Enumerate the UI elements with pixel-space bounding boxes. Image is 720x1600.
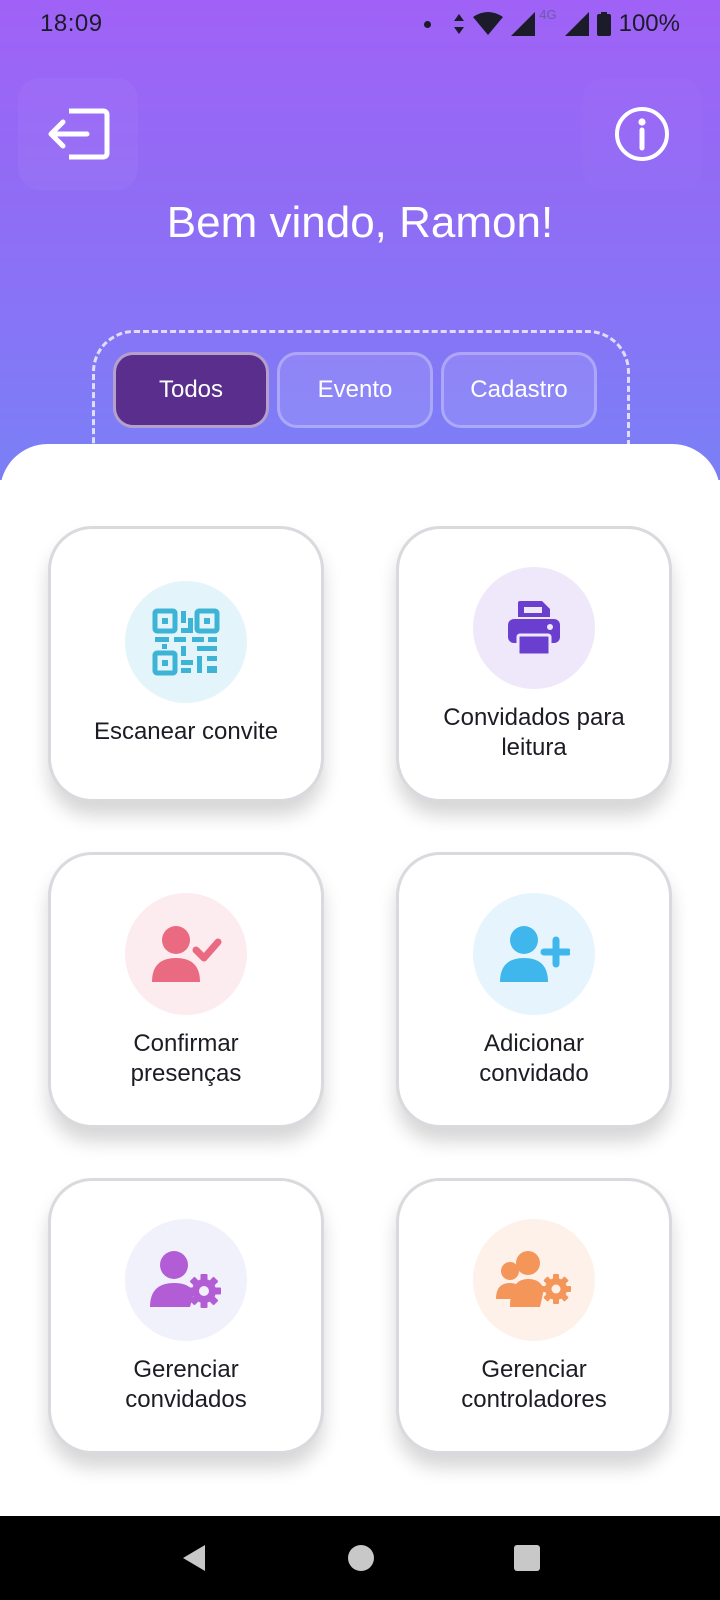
network-type: 4G [539,6,557,22]
notification-dot-icon [424,20,432,28]
confirm-attendance-card[interactable]: Confirmar presenças [48,852,324,1128]
system-nav-bar [0,1516,720,1600]
tab-todos[interactable]: Todos [113,352,269,428]
user-check-icon [152,926,222,982]
scan-invite-icon-circle [125,581,247,703]
welcome-title: Bem vindo, Ramon! [166,198,554,247]
wifi-icon [473,12,504,35]
recents-icon[interactable] [513,1544,541,1572]
confirm-attendance-label: Confirmar presenças [130,1030,242,1087]
scan-invite-card[interactable]: Escanear convite [48,526,324,802]
actions-sheet: Escanear convite Convidados para leitura [0,444,720,1516]
back-icon[interactable] [179,1543,209,1573]
tab-evento[interactable]: Evento [277,352,433,428]
guests-to-read-icon-circle [473,567,595,689]
data-arrows-icon [454,14,465,34]
guests-to-read-label: Convidados para leitura [443,704,625,761]
add-guest-card[interactable]: Adicionar convidado [396,852,672,1128]
add-guest-icon-circle [473,893,595,1015]
add-guest-label: Adicionar convidado [479,1030,589,1087]
info-icon [615,107,669,161]
printer-icon [508,601,560,657]
users-gear-icon [496,1251,571,1307]
tab-cadastro[interactable]: Cadastro [441,352,597,428]
logout-icon [48,108,110,160]
signal-icon [511,12,536,36]
manage-guests-label: Gerenciar convidados [125,1356,247,1413]
app-screen: 18:09 4G 100% Bem vindo, Ramon! Todos Ev… [0,0,720,1600]
user-gear-icon [150,1251,221,1308]
confirm-attendance-icon-circle [125,893,247,1015]
manage-controllers-card[interactable]: Gerenciar controladores [396,1178,672,1454]
filter-tabs: Todos Evento Cadastro [113,352,597,428]
scan-invite-label: Escanear convite [93,718,279,745]
home-icon[interactable] [347,1544,375,1572]
status-time: 18:09 [40,10,103,37]
signal-2-icon [564,12,589,36]
info-button[interactable] [582,78,702,190]
manage-guests-icon-circle [125,1219,247,1341]
manage-controllers-label: Gerenciar controladores [461,1356,607,1413]
user-plus-icon [500,926,570,982]
status-icons: 4G 100% [424,6,680,38]
manage-guests-card[interactable]: Gerenciar convidados [48,1178,324,1454]
guests-to-read-card[interactable]: Convidados para leitura [396,526,672,802]
manage-controllers-icon-circle [473,1219,595,1341]
status-bar: 18:09 4G 100% [0,0,720,48]
battery-icon [596,12,611,36]
battery-percent: 100% [618,10,680,37]
qr-code-icon [152,608,220,676]
logout-button[interactable] [18,78,138,190]
